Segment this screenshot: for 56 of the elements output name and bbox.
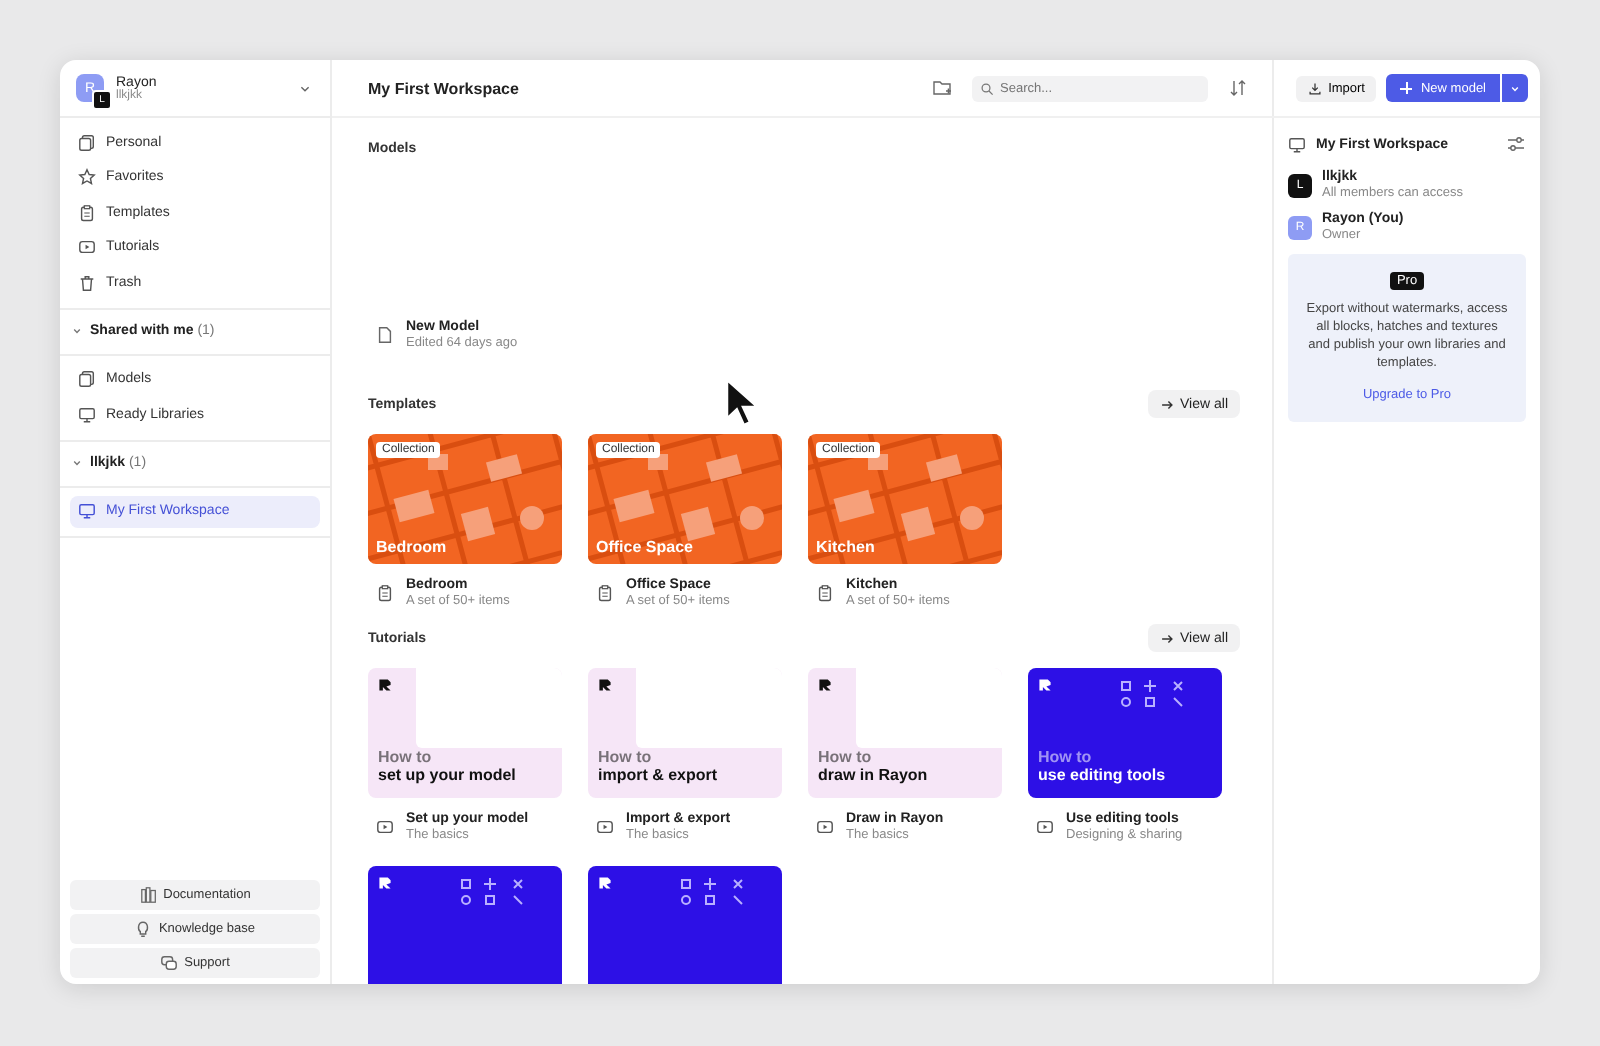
lightbulb-icon bbox=[134, 920, 153, 938]
clipboard-icon bbox=[78, 203, 96, 222]
video-icon bbox=[1036, 818, 1054, 836]
thumbnail-caption: Kitchen bbox=[816, 538, 875, 556]
thumbnail-caption: How to bbox=[378, 750, 434, 769]
page-title: My First Workspace bbox=[368, 79, 521, 97]
tutorial-thumbnail[interactable]: How to set up your model bbox=[368, 668, 562, 798]
thumbnail-caption: use editing tools bbox=[1038, 768, 1166, 786]
tutorial-thumbnail[interactable]: How to draw in Rayon bbox=[808, 668, 1002, 798]
arrow-right-icon bbox=[1160, 397, 1174, 411]
star-icon bbox=[78, 168, 96, 187]
thumbnail-caption: How to bbox=[818, 750, 874, 768]
dropdown-button[interactable] bbox=[1502, 74, 1528, 102]
caret-icon[interactable] bbox=[70, 324, 84, 338]
books-icon bbox=[139, 886, 158, 904]
monitor-icon bbox=[78, 502, 96, 521]
plus-icon bbox=[1400, 82, 1413, 94]
logo-icon bbox=[1038, 678, 1052, 692]
tutorial-thumbnail[interactable]: How to import & export bbox=[588, 668, 782, 798]
tutorial-thumbnail[interactable] bbox=[588, 866, 782, 984]
clipboard-icon bbox=[596, 584, 614, 602]
sort-icon[interactable] bbox=[1228, 78, 1248, 98]
logo-icon bbox=[598, 678, 612, 692]
logo-icon bbox=[598, 876, 612, 890]
chat-icon bbox=[160, 954, 179, 972]
logo-icon bbox=[378, 876, 392, 890]
monitor-icon bbox=[1288, 135, 1306, 153]
thumbnail-caption: How to bbox=[1038, 750, 1094, 768]
download-icon bbox=[1308, 81, 1323, 95]
clipboard-icon bbox=[376, 584, 394, 602]
video-icon bbox=[376, 818, 394, 836]
thumbnail-caption: Bedroom bbox=[376, 538, 447, 556]
arrow-right-icon bbox=[1160, 631, 1174, 645]
pages-icon bbox=[78, 370, 96, 389]
monitor-icon bbox=[78, 405, 96, 424]
cursor-icon bbox=[724, 376, 758, 428]
pages-icon bbox=[78, 133, 96, 152]
trash-icon bbox=[78, 273, 96, 292]
thumbnail-caption: Office Space bbox=[596, 538, 693, 556]
video-icon bbox=[596, 818, 614, 836]
thumbnail-caption: draw in Rayon bbox=[818, 768, 928, 786]
chevron-down-icon bbox=[1508, 81, 1522, 95]
tutorial-thumbnail[interactable] bbox=[368, 866, 562, 984]
file-icon bbox=[376, 326, 394, 344]
new-folder-icon[interactable] bbox=[932, 78, 952, 98]
clipboard-icon bbox=[816, 584, 834, 602]
video-icon bbox=[816, 818, 834, 836]
caret-icon[interactable] bbox=[70, 456, 84, 470]
settings-icon[interactable] bbox=[1506, 134, 1526, 154]
thumbnail-caption: How to bbox=[598, 750, 654, 768]
thumbnail-caption: set up your model bbox=[378, 768, 516, 786]
video-icon bbox=[78, 238, 96, 257]
tutorial-thumbnail[interactable]: How to use editing tools bbox=[1028, 668, 1222, 798]
thumbnail-caption: import & export bbox=[598, 768, 718, 786]
logo-icon bbox=[818, 678, 832, 692]
logo-icon bbox=[378, 678, 392, 692]
